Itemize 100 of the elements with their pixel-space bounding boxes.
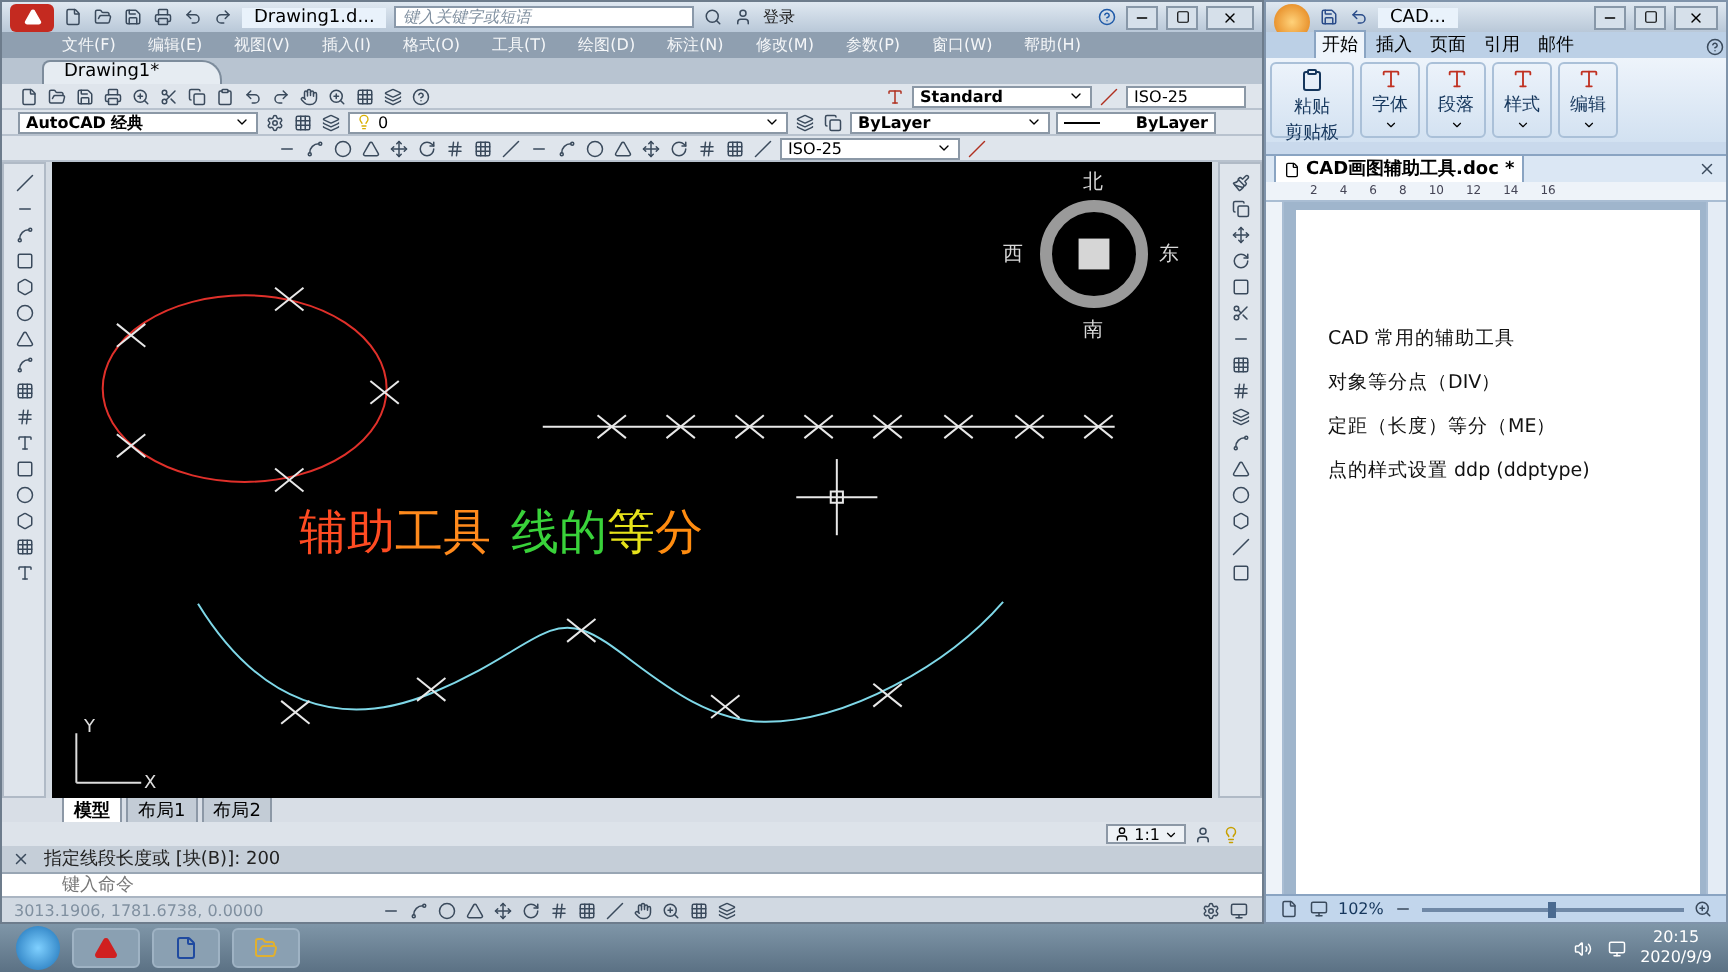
scissors-icon[interactable] [158,85,180,107]
folder-icon[interactable] [92,6,114,28]
line-icon[interactable] [1229,536,1251,558]
hexagon-icon[interactable] [1229,510,1251,532]
undo-icon[interactable] [242,85,264,107]
north-label[interactable]: 北 [1083,168,1104,197]
scissors-icon[interactable] [1229,302,1251,324]
grid-icon[interactable] [688,899,710,921]
taskbar-app-button[interactable] [152,928,220,968]
layers-icon[interactable] [794,111,816,133]
close-icon[interactable] [1696,158,1718,180]
page-icon[interactable] [1278,898,1300,920]
annotation-scale-button[interactable]: 1:1 [1106,824,1186,844]
copy-icon[interactable] [186,85,208,107]
rotate-icon[interactable] [416,137,438,159]
dimension-style-dropdown[interactable]: ISO-25 [780,137,960,159]
help-icon[interactable] [410,85,432,107]
grid-icon[interactable] [472,137,494,159]
triangle-icon[interactable] [1229,458,1251,480]
move-icon[interactable] [492,899,514,921]
maximize-button[interactable] [1634,5,1666,29]
zoom-icon[interactable] [130,85,152,107]
circle-icon[interactable] [584,137,606,159]
taskbar-app-button[interactable] [72,928,140,968]
zoom-in-icon[interactable] [1692,898,1714,920]
start-button[interactable] [16,926,60,970]
search-field[interactable]: 键入关键字或短语 [394,6,695,28]
hash-icon[interactable] [444,137,466,159]
hexagon-icon[interactable] [13,510,35,532]
maximize-button[interactable] [1166,5,1198,29]
triangle-icon[interactable] [360,137,382,159]
move-icon[interactable] [1229,224,1251,246]
square-icon[interactable] [1229,562,1251,584]
grid-icon[interactable] [724,137,746,159]
spline-icon[interactable] [1229,432,1251,454]
speaker-icon[interactable] [1572,937,1595,959]
ribbon-tab[interactable]: 引用 [1476,30,1528,58]
command-input[interactable]: 键入命令 [2,872,1262,896]
spline-icon[interactable] [13,354,35,376]
close-button[interactable] [1674,5,1718,29]
hash-icon[interactable] [548,899,570,921]
spline-icon[interactable] [556,137,578,159]
line-icon[interactable] [13,172,35,194]
circle-icon[interactable] [436,899,458,921]
gear-icon[interactable] [1200,899,1222,921]
circle-icon[interactable] [13,484,35,506]
vertical-scrollbar[interactable] [1706,202,1726,894]
linetype-dropdown[interactable]: ByLayer [1056,111,1216,133]
circle-icon[interactable] [13,302,35,324]
hexagon-icon[interactable] [13,276,35,298]
zoom-icon[interactable] [326,85,348,107]
copy-icon[interactable] [1229,198,1251,220]
document-tab[interactable]: Drawing1* [42,60,222,84]
text-style-dropdown[interactable]: Standard [912,85,1092,107]
west-label[interactable]: 西 [1003,240,1024,269]
grid-icon[interactable] [292,111,314,133]
south-label[interactable]: 南 [1083,316,1104,345]
save-icon[interactable] [122,6,144,28]
login-link[interactable]: 登录 [762,6,795,28]
dimension-style-dropdown[interactable]: ISO-25 [1126,85,1246,107]
printer-icon[interactable] [152,6,174,28]
ribbon-tab[interactable]: 插入 [1368,30,1420,58]
circle-icon[interactable] [332,137,354,159]
help-icon[interactable] [1704,36,1726,58]
printer-icon[interactable] [102,85,124,107]
line-icon[interactable] [604,899,626,921]
save-icon[interactable] [74,85,96,107]
text-style-icon[interactable] [884,85,906,107]
circle-icon[interactable] [1229,484,1251,506]
east-label[interactable]: 东 [1159,240,1180,269]
text-icon[interactable] [13,432,35,454]
hash-icon[interactable] [696,137,718,159]
paintbrush-icon[interactable] [1229,172,1251,194]
grid-icon[interactable] [13,380,35,402]
hash-icon[interactable] [13,406,35,428]
close-icon[interactable] [10,848,32,870]
layers-icon[interactable] [716,899,738,921]
monitor-icon[interactable] [1228,899,1250,921]
close-button[interactable] [1206,5,1254,29]
zoom-icon[interactable] [660,899,682,921]
file-icon[interactable] [62,6,84,28]
grid-icon[interactable] [1229,354,1251,376]
grid-icon[interactable] [354,85,376,107]
triangle-icon[interactable] [464,899,486,921]
dimension-style-icon[interactable] [966,137,988,159]
monitor-icon[interactable] [1308,898,1330,920]
workspace-dropdown[interactable]: AutoCAD 经典 [18,111,258,133]
ribbon-tab[interactable]: 页面 [1422,30,1474,58]
clipboard-icon[interactable] [214,85,236,107]
minimize-button[interactable] [1126,5,1158,29]
undo-icon[interactable] [1348,6,1370,28]
copy-icon[interactable] [822,111,844,133]
hand-icon[interactable] [632,899,654,921]
redo-icon[interactable] [270,85,292,107]
layers-icon[interactable] [1229,406,1251,428]
text-icon[interactable] [13,562,35,584]
help-icon[interactable] [1096,6,1118,28]
folder-icon[interactable] [46,85,68,107]
taskbar-clock[interactable]: 20:15 2020/9/9 [1640,928,1712,968]
rotate-icon[interactable] [520,899,542,921]
